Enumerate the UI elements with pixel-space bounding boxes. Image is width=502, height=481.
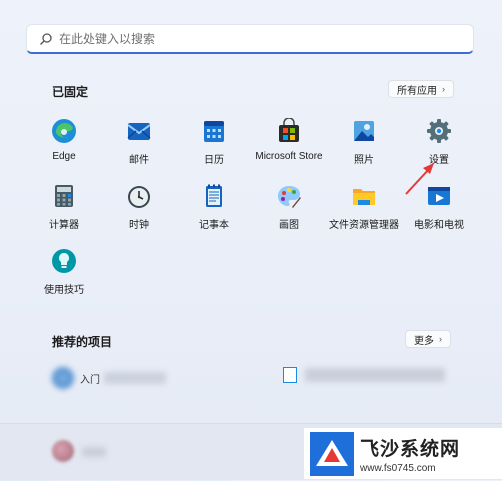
all-apps-button[interactable]: 所有应用 › [388,80,454,98]
watermark-title: 飞沙系统网 [360,438,461,460]
calendar-icon [201,118,227,144]
recommended-item[interactable]: 入门 [52,367,166,389]
edge-icon [51,118,77,144]
search-icon [39,32,53,46]
app-paint[interactable]: 画图 [247,183,331,231]
start-menu: 在此处键入以搜索 已固定 所有应用 › Edge 邮件 日历 Microsoft… [0,0,502,480]
annotation-arrow-icon [405,163,434,195]
mail-icon [126,118,152,144]
notepad-icon [201,183,227,209]
search-placeholder: 在此处键入以搜索 [59,32,156,46]
watermark: 飞沙系统网 www.fs0745.com [304,428,502,479]
getting-started-icon [52,367,74,389]
app-label: 记事本 [199,220,229,231]
app-label: 日历 [204,155,224,166]
paint-icon [276,183,302,209]
calculator-icon [51,183,77,209]
app-clock[interactable]: 时钟 [97,183,181,231]
recommended-item[interactable] [283,367,445,383]
file-icon [283,367,297,383]
app-edge[interactable]: Edge [22,118,106,162]
blurred-text [305,368,445,382]
folder-icon [351,183,377,209]
app-file-explorer[interactable]: 文件资源管理器 [322,183,406,231]
app-mail[interactable]: 邮件 [97,118,181,166]
chevron-right-icon: › [439,334,442,344]
tips-icon [51,248,77,274]
app-label: 照片 [354,155,374,166]
app-notepad[interactable]: 记事本 [172,183,256,231]
recommended-title: 推荐的项目 [52,335,113,349]
app-photos[interactable]: 照片 [322,118,406,166]
app-calendar[interactable]: 日历 [172,118,256,166]
blurred-text [104,372,166,384]
pinned-title: 已固定 [52,85,89,99]
gear-icon [426,118,452,144]
clock-icon [126,183,152,209]
app-label: 文件资源管理器 [329,220,399,231]
recommended-item-label: 入门 [80,374,100,386]
app-label: 时钟 [129,220,149,231]
app-label: 电影和电视 [414,220,464,231]
app-label: 计算器 [49,220,79,231]
app-label: Edge [52,151,76,162]
watermark-url: www.fs0745.com [360,462,436,474]
app-calculator[interactable]: 计算器 [22,183,106,231]
app-label: 使用技巧 [44,285,84,296]
app-label: 画图 [279,220,299,231]
more-label: 更多 [414,335,434,347]
avatar[interactable] [52,440,74,462]
app-tips[interactable]: 使用技巧 [22,248,106,296]
photos-icon [351,118,377,144]
watermark-logo-icon [310,431,354,476]
chevron-right-icon: › [442,84,445,94]
store-icon [276,117,302,144]
app-settings[interactable]: 设置 [397,118,481,166]
search-box[interactable]: 在此处键入以搜索 [26,24,474,54]
username[interactable] [82,447,106,457]
all-apps-label: 所有应用 [397,85,437,97]
app-store[interactable]: Microsoft Store [247,117,331,162]
app-label: 邮件 [129,155,149,166]
app-label: Microsoft Store [255,151,323,162]
more-button[interactable]: 更多 › [405,330,451,348]
